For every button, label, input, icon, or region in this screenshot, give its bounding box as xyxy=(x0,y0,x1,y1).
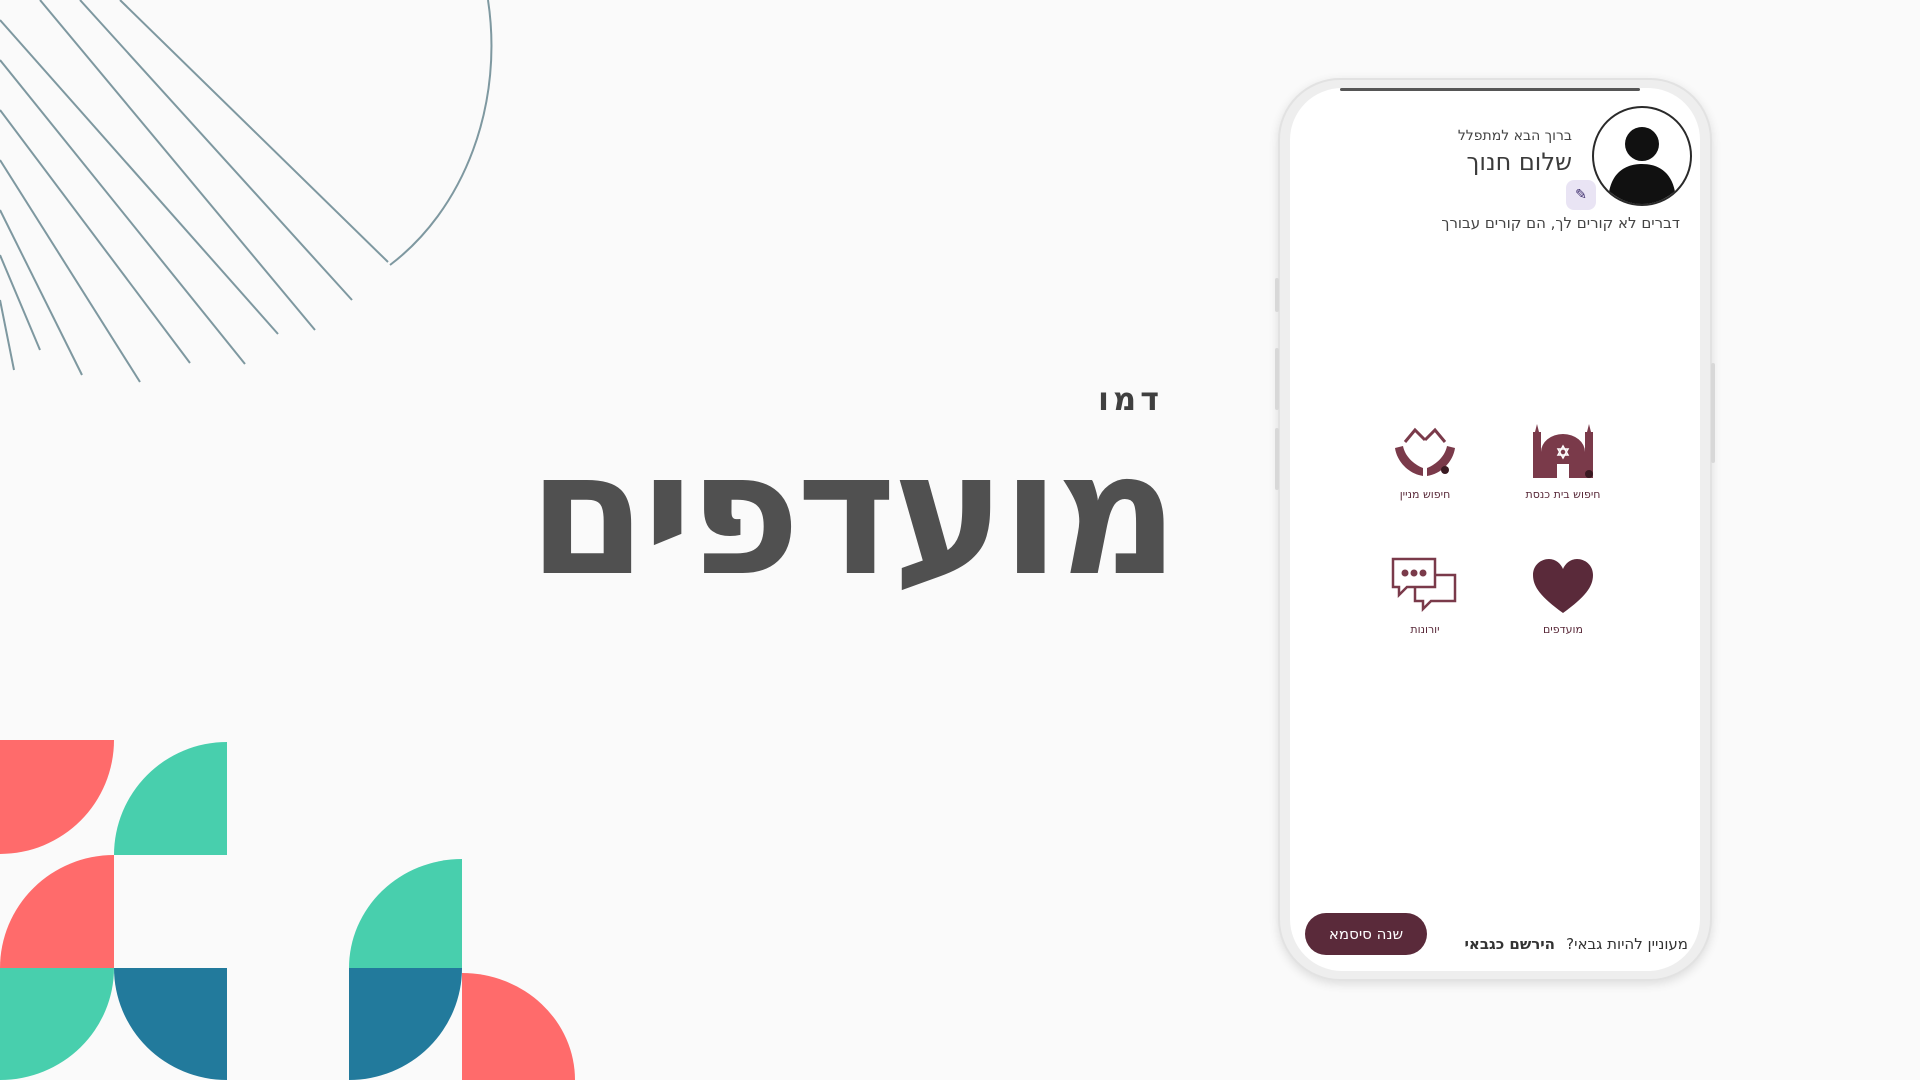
tile-label: מועדפים xyxy=(1543,623,1583,636)
gabbai-question: מעוניין להיות גבאי? xyxy=(1566,935,1688,953)
tile-find-synagogue[interactable]: חיפוש בית כנסת xyxy=(1508,418,1618,501)
change-password-button[interactable]: שנה סיסמא xyxy=(1305,913,1427,955)
phone-side-button xyxy=(1275,278,1279,312)
tile-chats[interactable]: יורונות xyxy=(1370,553,1480,636)
heart-icon xyxy=(1533,559,1593,613)
welcome-text: ברוך הבא למתפלל xyxy=(1457,128,1572,144)
phone-side-button xyxy=(1711,363,1715,463)
tile-label: חיפוש מניין xyxy=(1399,488,1451,501)
app-screen: ברוך הבא למתפלל שלום חנוך ✎ דברים לא קור… xyxy=(1290,88,1700,971)
synagogue-icon xyxy=(1533,424,1593,478)
tile-find-minyan[interactable]: חיפוש מניין xyxy=(1370,418,1480,501)
slide-title: מועדפים xyxy=(528,416,1179,614)
phone-side-button xyxy=(1275,428,1279,490)
phone-mockup: ברוך הבא למתפלל שלום חנוך ✎ דברים לא קור… xyxy=(1275,78,1715,981)
decorative-shapes xyxy=(0,740,575,1080)
avatar[interactable] xyxy=(1592,106,1692,206)
register-gabbai-link[interactable]: הירשם כגבאי xyxy=(1465,935,1555,953)
praying-hands-icon xyxy=(1395,427,1455,476)
tile-favorites[interactable]: מועדפים xyxy=(1508,553,1618,636)
chat-bubbles-icon xyxy=(1391,557,1457,613)
user-silhouette-icon xyxy=(1608,127,1676,204)
status-bar-line xyxy=(1340,88,1640,91)
slide-subtitle: דמו xyxy=(1098,380,1163,418)
user-name: שלום חנוך xyxy=(1466,148,1572,176)
tagline: דברים לא קורים לך, הם קורים עבורך xyxy=(1441,214,1680,232)
decorative-lines xyxy=(0,0,493,383)
phone-side-button xyxy=(1275,348,1279,410)
pencil-icon: ✎ xyxy=(1575,187,1587,203)
tile-label: חיפוש בית כנסת xyxy=(1525,488,1601,501)
edit-profile-button[interactable]: ✎ xyxy=(1566,180,1596,210)
tile-label: יורונות xyxy=(1410,623,1440,636)
